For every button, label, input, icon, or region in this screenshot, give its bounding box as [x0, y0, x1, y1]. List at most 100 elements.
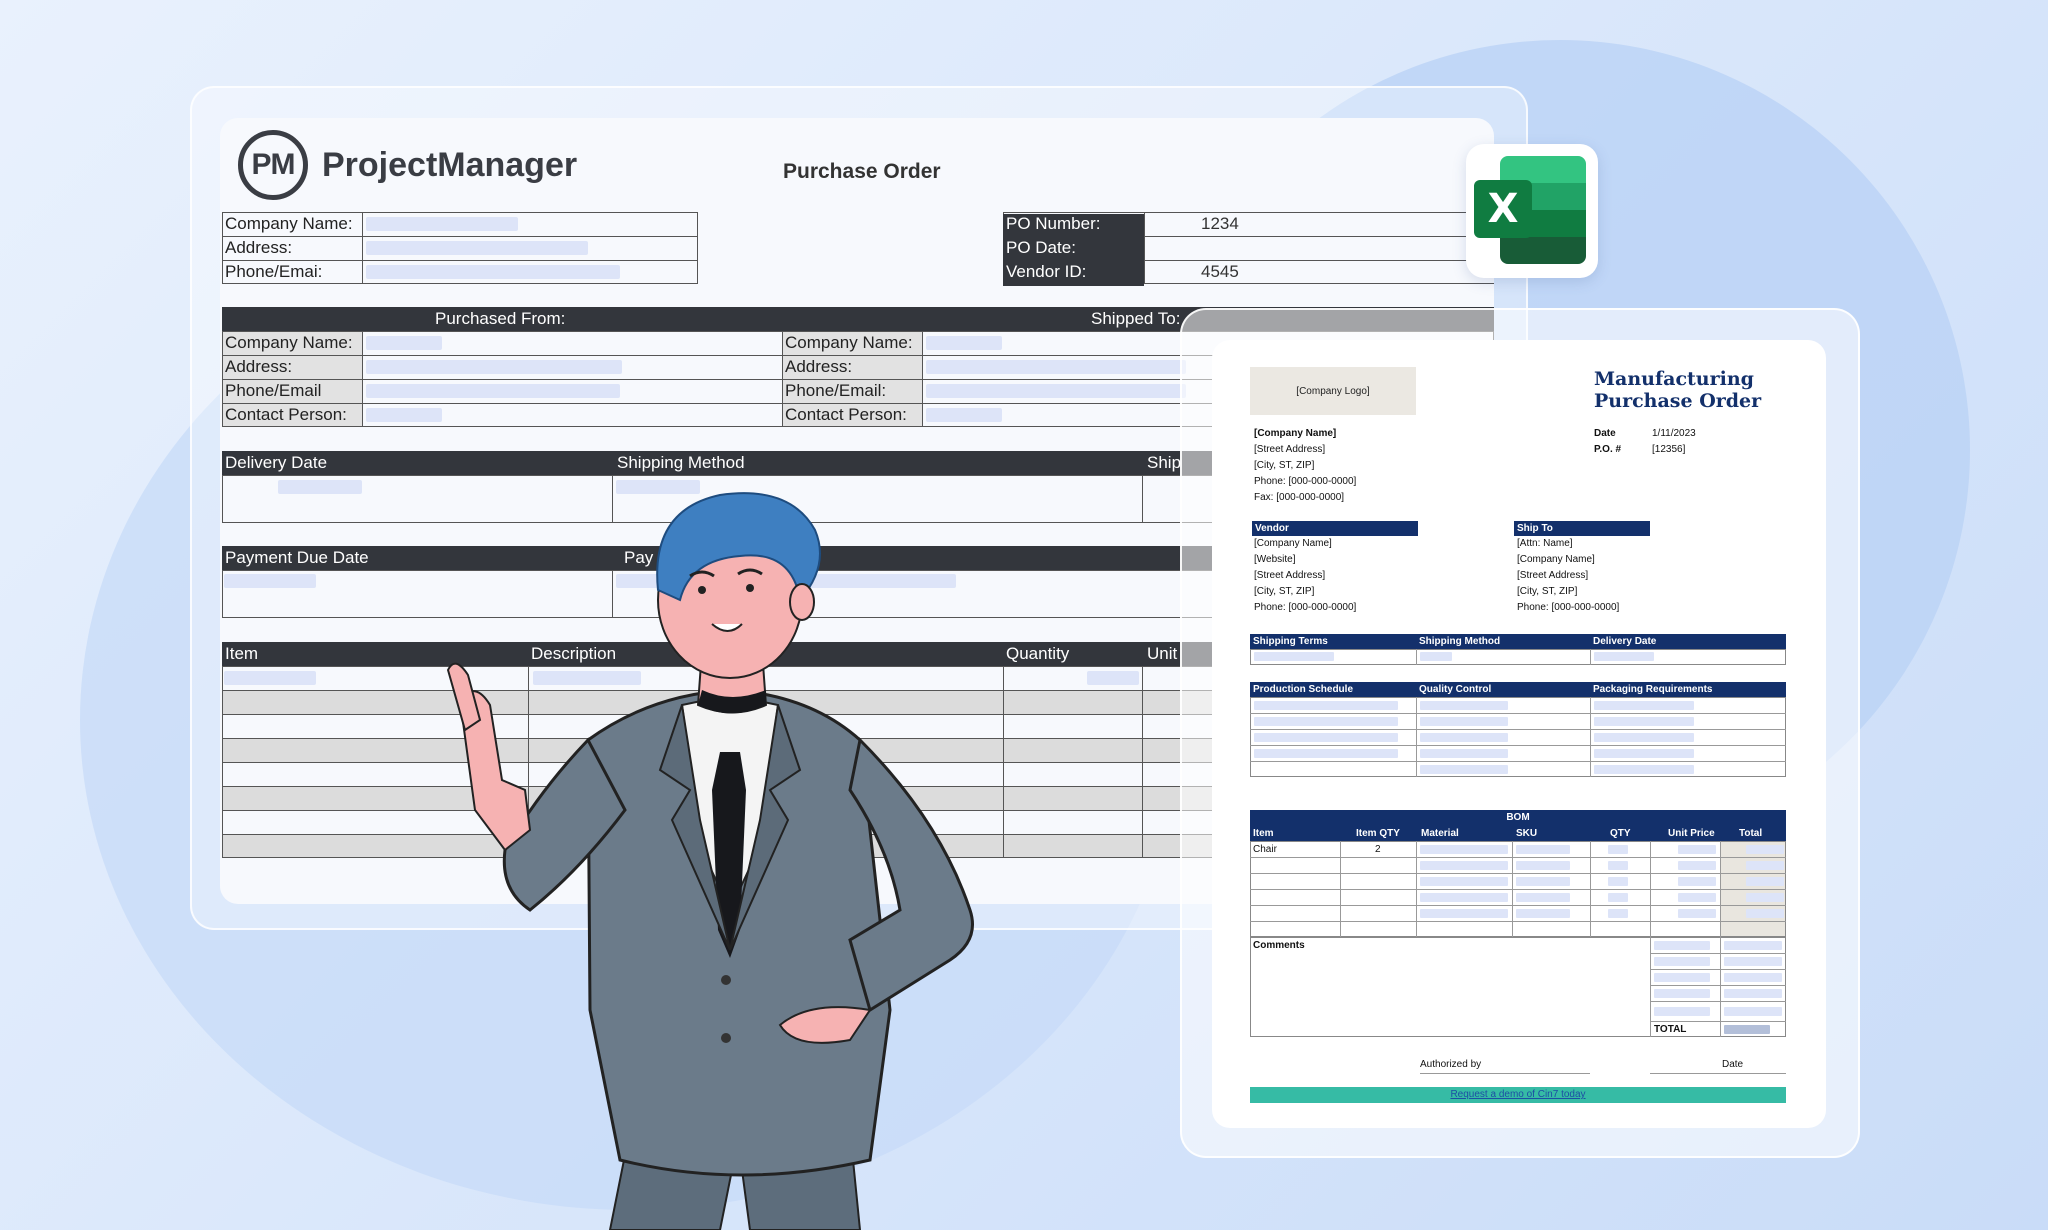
bom-cell[interactable]	[1608, 845, 1628, 854]
bom-cell[interactable]	[1420, 909, 1508, 918]
po-label: P.O. #	[1594, 444, 1622, 455]
shipping-terms-field[interactable]	[1254, 652, 1334, 661]
st-address-field[interactable]	[926, 360, 1186, 374]
total-label: TOTAL	[1654, 1024, 1687, 1035]
bom-cell[interactable]	[1746, 877, 1784, 886]
bom-cell[interactable]	[1746, 861, 1784, 870]
total-cell[interactable]	[1724, 957, 1782, 966]
bom-cell[interactable]	[1608, 909, 1628, 918]
packaging-field[interactable]	[1594, 765, 1694, 774]
ship-to-line: [Attn: Name]	[1517, 538, 1573, 549]
vendor-line: Phone: [000-000-0000]	[1254, 602, 1357, 613]
manufacturing-purchase-order-document: [Company Logo] Manufacturing Purchase Or…	[1212, 340, 1826, 1128]
bom-material-col: Material	[1421, 828, 1459, 839]
bom-cell[interactable]	[1746, 909, 1784, 918]
st-contact-field[interactable]	[926, 408, 1002, 422]
fax: Fax: [000-000-0000]	[1254, 492, 1345, 503]
phone-email-field[interactable]	[366, 265, 620, 279]
vendor-id-value[interactable]: 4545	[1201, 262, 1239, 282]
total-cell[interactable]	[1724, 989, 1782, 998]
bom-cell[interactable]	[1746, 845, 1784, 854]
pf-contact-field[interactable]	[366, 408, 442, 422]
pf-company-field[interactable]	[366, 336, 442, 350]
po-number-value[interactable]: 1234	[1201, 214, 1239, 234]
total-cell[interactable]	[1654, 989, 1710, 998]
bom-cell[interactable]	[1608, 893, 1628, 902]
bom-cell[interactable]	[1516, 909, 1570, 918]
pf-contact-label: Contact Person:	[225, 405, 347, 424]
quality-field[interactable]	[1420, 749, 1508, 758]
bom-cell[interactable]	[1420, 845, 1508, 854]
bom-cell[interactable]	[1678, 861, 1716, 870]
st-company-field[interactable]	[926, 336, 1002, 350]
bom-cell[interactable]	[1746, 893, 1784, 902]
pf-phone-label: Phone/Email	[225, 381, 322, 400]
bom-cell[interactable]	[1420, 861, 1508, 870]
payment-due-field[interactable]	[224, 574, 316, 588]
delivery-date-field[interactable]	[1594, 652, 1654, 661]
quality-field[interactable]	[1420, 717, 1508, 726]
packaging-field[interactable]	[1594, 749, 1694, 758]
delivery-date-field[interactable]	[278, 480, 362, 494]
bom-header: BOM	[1250, 810, 1786, 826]
total-cell[interactable]	[1724, 1007, 1782, 1016]
bom-total-col: Total	[1739, 828, 1763, 839]
total-cell[interactable]	[1724, 941, 1782, 950]
production-field[interactable]	[1254, 701, 1398, 710]
ship-label: Ship	[1147, 453, 1182, 472]
packaging-field[interactable]	[1594, 701, 1694, 710]
production-field[interactable]	[1254, 733, 1398, 742]
bom-cell[interactable]	[1678, 877, 1716, 886]
vendor-header: Vendor	[1252, 521, 1418, 536]
total-cell[interactable]	[1724, 973, 1782, 982]
total-cell[interactable]	[1654, 973, 1710, 982]
packaging-field[interactable]	[1594, 733, 1694, 742]
total-cell[interactable]	[1654, 941, 1710, 950]
pf-company-label: Company Name:	[225, 333, 353, 352]
grand-total-cell[interactable]	[1724, 1025, 1770, 1034]
bom-cell[interactable]	[1516, 893, 1570, 902]
request-demo-link[interactable]: Request a demo of Cin7 today	[1250, 1087, 1786, 1103]
quality-field[interactable]	[1420, 701, 1508, 710]
total-cell[interactable]	[1654, 1007, 1710, 1016]
bom-cell[interactable]	[1420, 893, 1508, 902]
delivery-date-label: Delivery Date	[1593, 636, 1657, 647]
ship-to-line: Phone: [000-000-0000]	[1517, 602, 1620, 613]
bom-cell[interactable]	[1516, 861, 1570, 870]
item-field[interactable]	[224, 671, 316, 685]
street-address: [Street Address]	[1254, 444, 1326, 455]
bom-cell[interactable]	[1678, 909, 1716, 918]
bom-cell[interactable]	[1678, 845, 1716, 854]
packaging-field[interactable]	[1594, 717, 1694, 726]
bom-cell[interactable]	[1608, 877, 1628, 886]
production-field[interactable]	[1254, 749, 1398, 758]
businessman-illustration	[446, 492, 974, 1230]
address-field[interactable]	[366, 241, 588, 255]
quality-field[interactable]	[1420, 765, 1508, 774]
quantity-field[interactable]	[1087, 671, 1139, 685]
shipping-method-field[interactable]	[1420, 652, 1452, 661]
phone: Phone: [000-000-0000]	[1254, 476, 1357, 487]
quality-field[interactable]	[1420, 733, 1508, 742]
st-contact-label: Contact Person:	[785, 405, 907, 424]
bom-cell[interactable]	[1678, 893, 1716, 902]
pf-address-field[interactable]	[366, 360, 622, 374]
phone-email-label: Phone/Emai:	[225, 262, 323, 281]
st-phone-field[interactable]	[926, 384, 1186, 398]
company-name-field[interactable]	[366, 217, 518, 231]
bom-cell[interactable]	[1420, 877, 1508, 886]
total-cell[interactable]	[1654, 957, 1710, 966]
projectmanager-logo: PM ProjectManager	[238, 130, 577, 200]
bom-item-value: Chair	[1253, 844, 1277, 855]
pf-phone-field[interactable]	[366, 384, 620, 398]
production-field[interactable]	[1254, 717, 1398, 726]
date-value: 1/11/2023	[1652, 428, 1696, 439]
bom-unit-price-col: Unit Price	[1668, 828, 1715, 839]
bom-cell[interactable]	[1516, 845, 1570, 854]
date-label: Date	[1594, 428, 1616, 439]
ship-to-line: [Company Name]	[1517, 554, 1595, 565]
bom-cell[interactable]	[1516, 877, 1570, 886]
excel-icon: X	[1466, 144, 1598, 278]
payment-due-label: Payment Due Date	[225, 548, 369, 567]
bom-cell[interactable]	[1608, 861, 1628, 870]
